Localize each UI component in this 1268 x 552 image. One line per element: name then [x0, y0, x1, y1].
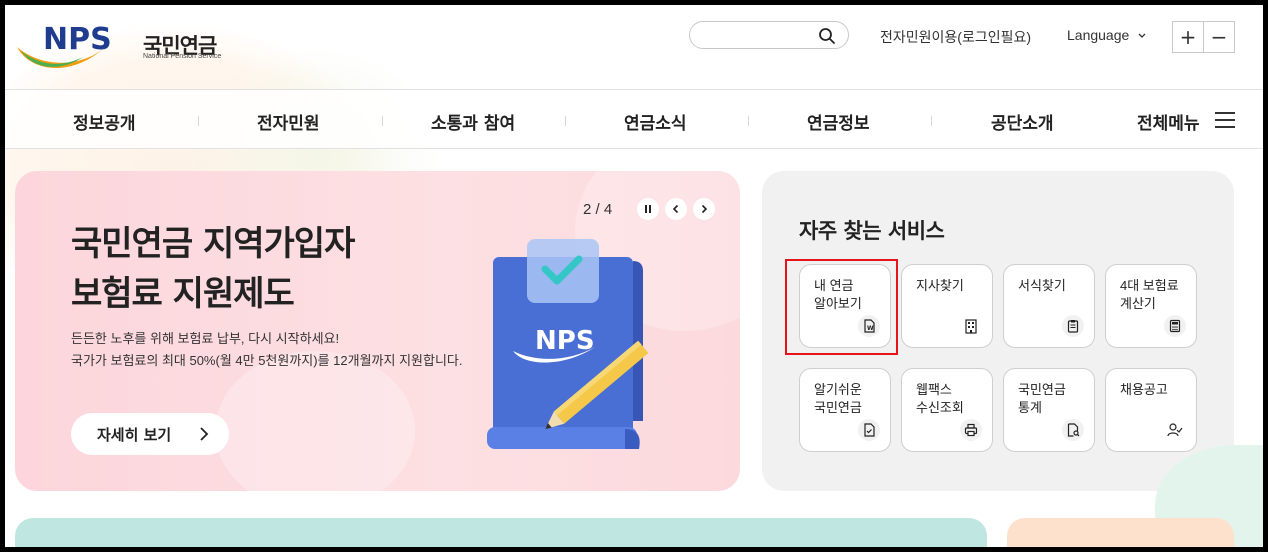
service-tile-webfax[interactable]: 웹팩스 수신조회 [901, 368, 993, 452]
content-strip-teal [15, 518, 987, 547]
person-check-icon [1164, 419, 1186, 441]
nav-item-pension-info[interactable]: 연금정보 [807, 109, 870, 134]
nav-item-about[interactable]: 공단소개 [991, 109, 1054, 134]
nav-item-pension-news[interactable]: 연금소식 [624, 109, 687, 134]
tile-label: 웹팩스 수신조회 [916, 382, 964, 415]
nav-divider [382, 116, 383, 126]
nps-document-illustration: NPS [487, 239, 649, 449]
tile-label: 지사찾기 [916, 278, 964, 293]
chevron-right-icon [200, 427, 209, 441]
zoom-in-button[interactable]: + [1173, 22, 1203, 52]
next-slide-button[interactable] [693, 198, 715, 220]
service-tile-form-finder[interactable]: 서식찾기 [1003, 264, 1095, 348]
banner-description: 든든한 노후를 위해 보험료 납부, 다시 시작하세요! 국가가 보험료의 최대… [71, 328, 463, 372]
service-tile-branch-finder[interactable]: 지사찾기 [901, 264, 993, 348]
page-frame: NPS 국민연금 National Pension Service 전자민원이용… [5, 5, 1263, 547]
language-selector[interactable]: Language [1067, 27, 1129, 43]
zoom-controls: + − [1172, 21, 1235, 53]
service-tile-statistics[interactable]: 국민연금 통계 [1003, 368, 1095, 452]
doc-logo-text: NPS [535, 326, 595, 356]
nav-item-info-disclosure[interactable]: 정보공개 [73, 109, 136, 134]
chevron-right-icon [701, 204, 708, 214]
tile-label: 4대 보험료 계산기 [1120, 278, 1179, 311]
tile-label: 채용공고 [1120, 382, 1168, 397]
nav-divider [748, 116, 749, 126]
service-tile-easy-pension[interactable]: 알기쉬운 국민연금 [799, 368, 891, 452]
nav-divider [931, 116, 932, 126]
pause-icon [645, 205, 651, 213]
nav-item-communication[interactable]: 소통과 참여 [431, 109, 515, 134]
tile-label: 서식찾기 [1018, 278, 1066, 293]
prev-slide-button[interactable] [665, 198, 687, 220]
banner-title-line: 국민연금 지역가입자 [71, 224, 355, 264]
nps-logo-mark-icon: NPS [17, 22, 112, 69]
logo-brand: NPS [43, 22, 112, 57]
nav-divider [198, 116, 199, 126]
document-check-icon [858, 419, 880, 441]
banner-decoration [215, 351, 415, 491]
banner-desc-line: 든든한 노후를 위해 보험료 납부, 다시 시작하세요! [71, 331, 340, 346]
search-icon[interactable] [818, 27, 836, 45]
printer-icon [960, 419, 982, 441]
header: NPS 국민연금 National Pension Service 전자민원이용… [5, 5, 1263, 89]
banner-title: 국민연금 지역가입자 보험료 지원제도 [71, 219, 355, 319]
clipboard-icon [1062, 315, 1084, 337]
tile-label: 알기쉬운 국민연금 [814, 382, 862, 415]
view-details-button[interactable]: 자세히 보기 [71, 413, 229, 455]
banner-title-line: 보험료 지원제도 [71, 274, 295, 314]
main-navigation: 정보공개 전자민원 소통과 참여 연금소식 연금정보 공단소개 전체메뉴 [5, 89, 1263, 149]
services-title: 자주 찾는 서비스 [799, 219, 945, 243]
calculator-icon [1164, 315, 1186, 337]
service-tile-recruitment[interactable]: 채용공고 [1105, 368, 1197, 452]
nav-item-e-civil[interactable]: 전자민원 [257, 109, 320, 134]
highlight-box [785, 259, 898, 355]
logo-subtitle: National Pension Service [143, 53, 222, 60]
service-tile-insurance-calculator[interactable]: 4대 보험료 계산기 [1105, 264, 1197, 348]
eservice-link[interactable]: 전자민원이용(로그인필요) [880, 27, 1031, 47]
chevron-down-icon[interactable] [1137, 31, 1147, 41]
tile-label: 국민연금 통계 [1018, 382, 1066, 415]
nps-logo[interactable]: NPS 국민연금 National Pension Service [13, 17, 233, 77]
slide-pager: 2 / 4 [583, 201, 613, 218]
banner-desc-line: 국가가 보험료의 최대 50%(월 4만 5천원까지)를 12개월까지 지원합니… [71, 353, 463, 368]
all-menu-button[interactable]: 전체메뉴 [1137, 109, 1200, 134]
content-strip-peach [1007, 518, 1234, 547]
hamburger-icon[interactable] [1215, 112, 1235, 128]
document-search-icon [1062, 419, 1084, 441]
pause-button[interactable] [637, 198, 659, 220]
view-details-label: 자세히 보기 [97, 425, 172, 444]
nav-divider [565, 116, 566, 126]
chevron-left-icon [672, 204, 679, 214]
search-input[interactable] [689, 21, 849, 49]
zoom-out-button[interactable]: − [1203, 22, 1234, 52]
main-banner: 국민연금 지역가입자 보험료 지원제도 든든한 노후를 위해 보험료 납부, 다… [15, 171, 740, 491]
building-icon [960, 315, 982, 337]
